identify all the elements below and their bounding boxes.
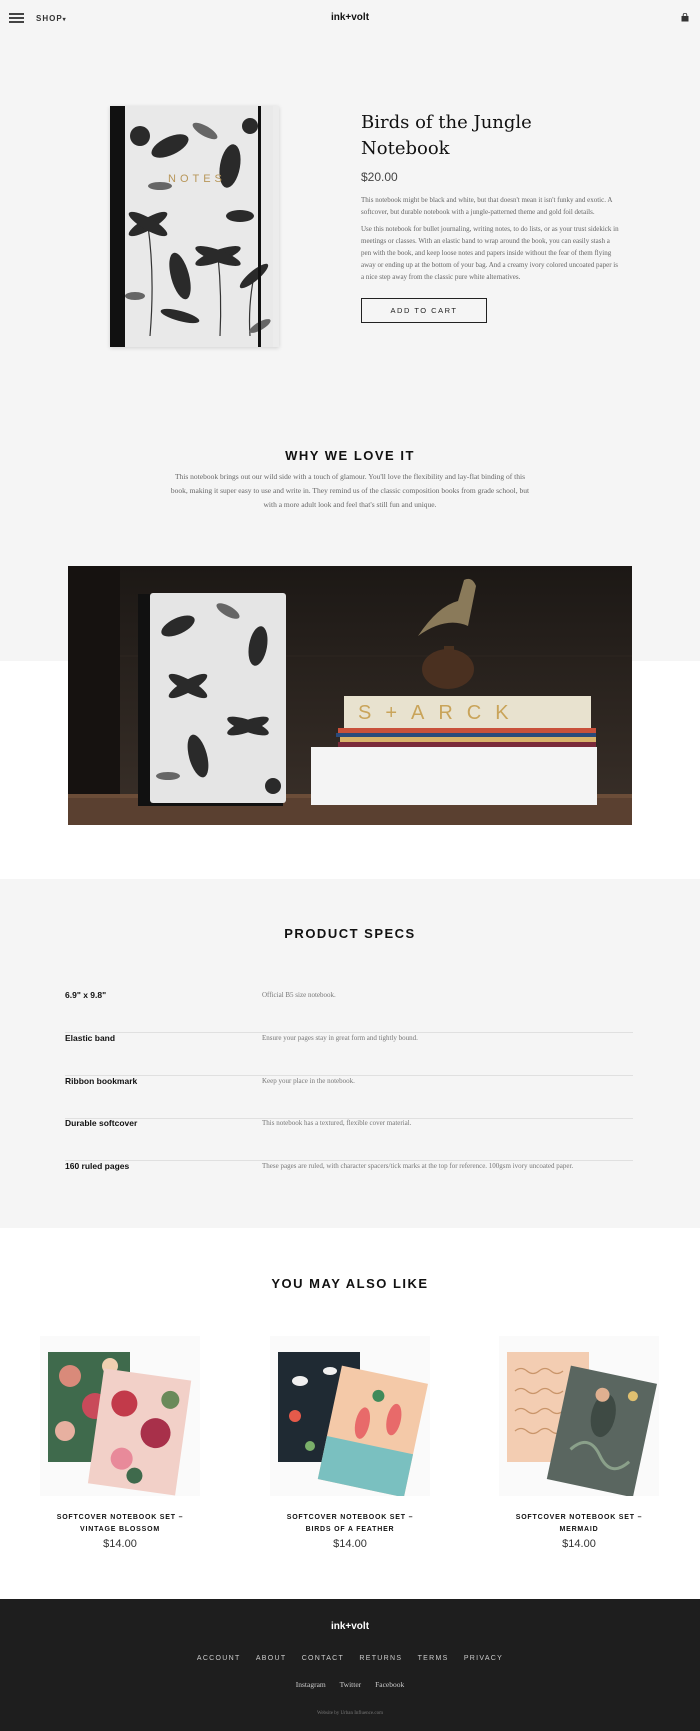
footer-nav: ACCOUNT ABOUT CONTACT RETURNS TERMS PRIV… [0, 1655, 700, 1662]
site-footer: ink+volt ACCOUNT ABOUT CONTACT RETURNS T… [0, 1599, 700, 1731]
product-name-line: SOFTCOVER NOTEBOOK SET – [515, 1514, 643, 1521]
product-price: $20.00 [361, 170, 398, 184]
spec-row: 160 ruled pages These pages are ruled, w… [65, 1161, 633, 1204]
specs-heading: PRODUCT SPECS [284, 926, 416, 941]
spec-name: Elastic band [65, 1033, 116, 1043]
birds-of-a-feather-illustration [278, 1352, 428, 1498]
why-heading: WHY WE LOVE IT [285, 448, 415, 463]
social-link-twitter[interactable]: Twitter [340, 1680, 362, 1689]
product-image: NOTES [110, 106, 279, 347]
spec-name: 160 ruled pages [65, 1161, 130, 1171]
spec-row: Ribbon bookmark Keep your place in the n… [65, 1076, 633, 1119]
spec-name: Durable softcover [65, 1118, 138, 1128]
notebook-cover-illustration: NOTES [110, 106, 279, 347]
spec-description: Official B5 size notebook. [262, 991, 336, 999]
recommended-product-image[interactable] [40, 1336, 200, 1496]
spec-description: Keep your place in the notebook. [262, 1077, 355, 1085]
social-link-facebook[interactable]: Facebook [375, 1680, 404, 1689]
product-name-line: MERMAID [559, 1526, 599, 1533]
product-name-line: SOFTCOVER NOTEBOOK SET – [56, 1514, 184, 1521]
why-text: This notebook brings out our wild side w… [170, 472, 530, 509]
site-logo[interactable]: ink+volt [0, 12, 700, 23]
product-name-line: SOFTCOVER NOTEBOOK SET – [286, 1514, 414, 1521]
recommended-product-image[interactable] [270, 1336, 430, 1498]
spec-name: Ribbon bookmark [65, 1076, 138, 1086]
product-title: Birds of the Jungle Notebook [361, 112, 532, 159]
footer-social: Instagram Twitter Facebook [0, 1680, 700, 1689]
shopping-bag-icon[interactable] [681, 13, 689, 22]
spec-name: 6.9" x 9.8" [65, 990, 107, 1000]
footer-logo[interactable]: ink+volt [0, 1621, 700, 1632]
site-header: SHOP▾ ink+volt [0, 0, 700, 36]
footer-link-contact[interactable]: CONTACT [302, 1655, 344, 1662]
recommended-product-price: $14.00 [562, 1538, 596, 1550]
recommended-product-name[interactable]: SOFTCOVER NOTEBOOK SET – MERMAID [499, 1512, 659, 1536]
footer-link-returns[interactable]: RETURNS [359, 1655, 402, 1662]
footer-link-account[interactable]: ACCOUNT [197, 1655, 241, 1662]
also-like-heading: YOU MAY ALSO LIKE [271, 1276, 429, 1291]
product-info: Birds of the Jungle Notebook $20.00 This… [361, 110, 621, 283]
recommended-product[interactable]: SOFTCOVER NOTEBOOK SET – VINTAGE BLOSSOM… [40, 1336, 200, 1550]
product-name-line: VINTAGE BLOSSOM [80, 1526, 160, 1533]
recommended-product-price: $14.00 [333, 1538, 367, 1550]
lifestyle-photo: S+ARCK [68, 566, 632, 825]
recommended-product-name[interactable]: SOFTCOVER NOTEBOOK SET – VINTAGE BLOSSOM [40, 1512, 200, 1536]
product-description: This notebook might be black and white, … [361, 196, 612, 216]
recommended-product-image[interactable] [499, 1336, 659, 1498]
social-link-instagram[interactable]: Instagram [296, 1680, 326, 1689]
vintage-blossom-illustration [48, 1352, 192, 1496]
spec-description: Ensure your pages stay in great form and… [262, 1034, 418, 1042]
footer-link-privacy[interactable]: PRIVACY [464, 1655, 503, 1662]
recommended-product-name[interactable]: SOFTCOVER NOTEBOOK SET – BIRDS OF A FEAT… [270, 1512, 430, 1536]
spec-description: This notebook has a textured, flexible c… [262, 1119, 412, 1127]
spec-row: 6.9" x 9.8" Official B5 size notebook. [65, 990, 633, 1033]
lifestyle-illustration: S+ARCK [68, 566, 632, 825]
cover-title-text: NOTES [168, 173, 226, 185]
elastic-band [258, 106, 261, 347]
product-name-line: BIRDS OF A FEATHER [305, 1526, 395, 1533]
recommended-product-price: $14.00 [103, 1538, 137, 1550]
book-spine-text: S+ARCK [358, 702, 523, 724]
footer-link-about[interactable]: ABOUT [256, 1655, 287, 1662]
spec-row: Elastic band Ensure your pages stay in g… [65, 1033, 633, 1076]
recommended-product[interactable]: SOFTCOVER NOTEBOOK SET – MERMAID $14.00 [499, 1336, 659, 1550]
spec-row: Durable softcover This notebook has a te… [65, 1118, 633, 1161]
recommended-product[interactable]: SOFTCOVER NOTEBOOK SET – BIRDS OF A FEAT… [270, 1336, 430, 1550]
footer-credit[interactable]: Website by Urban Influence.com [0, 1711, 700, 1716]
product-description: Use this notebook for bullet journaling,… [361, 225, 619, 281]
mermaid-illustration [507, 1352, 657, 1498]
add-to-cart-button[interactable]: ADD TO CART [361, 298, 487, 323]
spec-description: These pages are ruled, with character sp… [262, 1162, 574, 1170]
footer-link-terms[interactable]: TERMS [418, 1655, 449, 1662]
